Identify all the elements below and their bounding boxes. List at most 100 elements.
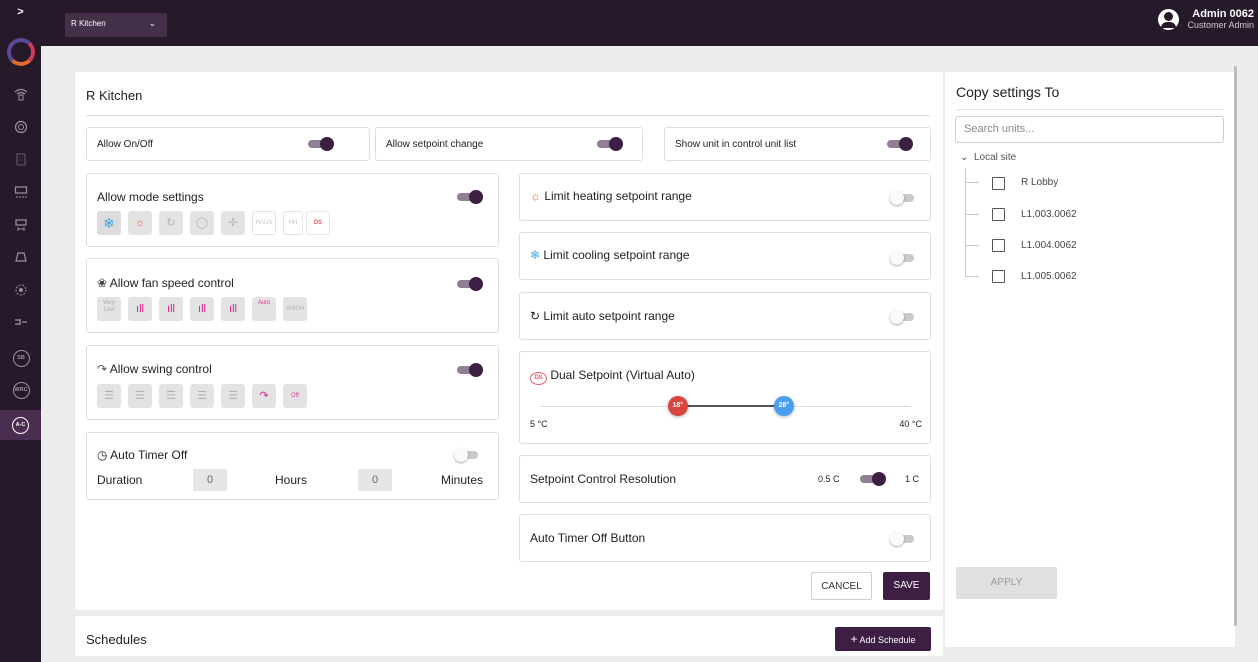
app-logo (7, 38, 35, 66)
auto-timer-button-label: Auto Timer Off Button (530, 531, 646, 545)
site-select-value: R Kitchen (71, 19, 106, 28)
allow-swing-label: Allow swing control (109, 362, 212, 376)
limit-cooling-label: Limit cooling setpoint range (543, 248, 690, 262)
unit-checkbox[interactable] (992, 270, 1005, 283)
hours-input[interactable]: 0 (193, 469, 227, 491)
allow-setpoint-toggle[interactable] (597, 137, 623, 151)
scrollbar[interactable] (1234, 66, 1237, 626)
allow-swing-toggle[interactable] (457, 363, 483, 377)
swing-auto-icon[interactable]: ↷ (252, 384, 276, 408)
cool-setpoint-knob[interactable]: 28° (773, 396, 794, 416)
building-icon[interactable] (9, 151, 33, 173)
fan-auto-button[interactable]: Auto (252, 297, 276, 321)
fan-medium-icon[interactable]: ıll (159, 297, 183, 321)
tree-branch (965, 214, 979, 215)
heat-setpoint-knob[interactable]: 18° (667, 396, 688, 416)
allow-fan-label: Allow fan speed control (109, 276, 234, 290)
search-units-input[interactable]: Search units... (955, 116, 1224, 143)
ac-icon[interactable]: A-C (0, 410, 41, 440)
user-menu[interactable]: Admin 0062 Customer Admin (1158, 8, 1254, 30)
site-select[interactable]: R Kitchen ⌄ (65, 13, 167, 37)
sensor-icon[interactable] (9, 282, 33, 304)
allow-onoff-label: Allow On/Off (97, 139, 153, 150)
fan-low-icon[interactable]: ıll (128, 297, 152, 321)
allow-setpoint-row: Allow setpoint change (375, 127, 643, 161)
dry-mode-icon[interactable]: ◯ (190, 211, 214, 235)
auto-timer-button-toggle[interactable] (890, 532, 916, 546)
show-unit-toggle[interactable] (887, 137, 913, 151)
swing-position-5-icon[interactable]: ☰ (221, 384, 245, 408)
unit-label: L1.003.0062 (1021, 209, 1077, 220)
wifi-icon[interactable] (9, 86, 33, 108)
avatar (1158, 9, 1180, 30)
swing-position-4-icon[interactable]: ☰ (190, 384, 214, 408)
allow-fan-label-wrap: ❀ Allow fan speed control (97, 276, 234, 290)
unit-label: L1.005.0062 (1021, 271, 1077, 282)
ds-icon: DS (530, 372, 547, 385)
allow-mode-box: Allow mode settings ❄ ☼ ↻ ◯ ✢ HAUX HH DS (86, 173, 499, 247)
unit-checkbox[interactable] (992, 208, 1005, 221)
fan-very-low-button[interactable]: Very Low (97, 297, 121, 321)
dual-setpoint-box: DS Dual Setpoint (Virtual Auto) 18° 28° … (519, 351, 931, 444)
plus-icon: + (850, 632, 858, 646)
minutes-input[interactable]: 0 (358, 469, 392, 491)
fan-shigh-button[interactable]: SHIGH (283, 297, 307, 321)
schedules-card: Schedules + Add Schedule (75, 616, 943, 656)
unit-checkbox[interactable] (992, 177, 1005, 190)
haux-mode-button[interactable]: HAUX (252, 211, 276, 235)
local-site-node[interactable]: ⌄ Local site (960, 152, 1016, 163)
show-unit-label: Show unit in control unit list (675, 139, 797, 150)
limit-heating-toggle[interactable] (890, 191, 916, 205)
unit-checkbox[interactable] (992, 239, 1005, 252)
allow-mode-label: Allow mode settings (97, 190, 204, 204)
expand-rail-button[interactable]: > (0, 6, 41, 18)
fan-top-icon[interactable]: ıll (221, 297, 245, 321)
globe-icon[interactable] (9, 119, 33, 141)
limit-cooling-label-wrap: ❄ Limit cooling setpoint range (530, 248, 690, 262)
tree-branch (965, 182, 979, 183)
allow-fan-toggle[interactable] (457, 277, 483, 291)
car-icon[interactable] (9, 249, 33, 271)
fan-mode-icon[interactable]: ✢ (221, 211, 245, 235)
slider-active-range (677, 405, 784, 407)
ds-mode-icon[interactable]: DS (306, 211, 330, 235)
page-title: R Kitchen (86, 88, 143, 103)
auto-mode-icon[interactable]: ↻ (159, 211, 183, 235)
heat-mode-icon[interactable]: ☼ (128, 211, 152, 235)
auto-timer-toggle[interactable] (454, 448, 480, 462)
chevron-down-icon: ⌄ (148, 18, 156, 28)
fan-icon: ❀ (97, 276, 108, 290)
dual-setpoint-label: Dual Setpoint (Virtual Auto) (550, 368, 695, 382)
allow-onoff-toggle[interactable] (308, 137, 334, 151)
hh-mode-button[interactable]: HH (283, 211, 303, 235)
cool-mode-icon[interactable]: ❄ (97, 211, 121, 235)
allow-mode-toggle[interactable] (457, 190, 483, 204)
resolution-toggle[interactable] (860, 472, 886, 486)
unit-label: L1.004.0062 (1021, 240, 1077, 251)
tree-line (965, 168, 966, 277)
connector-icon[interactable] (9, 314, 33, 336)
swing-position-3-icon[interactable]: ☰ (159, 384, 183, 408)
fan-high-icon[interactable]: ıll (190, 297, 214, 321)
save-button[interactable]: SAVE (883, 572, 930, 600)
resolution-label: Setpoint Control Resolution (530, 472, 677, 486)
limit-auto-toggle[interactable] (890, 310, 916, 324)
apply-button[interactable]: APPLY (956, 567, 1057, 599)
fan-coil-icon[interactable] (9, 217, 33, 239)
clock-icon: ◷ (97, 448, 108, 462)
add-schedule-label: Add Schedule (859, 635, 916, 645)
swing-off-button[interactable]: Off (283, 384, 307, 408)
auto-timer-box: ◷ Auto Timer Off Duration 0 Hours 0 Minu… (86, 432, 499, 500)
sb-icon[interactable]: SB (9, 347, 33, 369)
minutes-label: Minutes (441, 473, 484, 487)
allow-swing-box: ↷ Allow swing control ☰ ☰ ☰ ☰ ☰ ↷ Off (86, 345, 499, 420)
wrc-icon[interactable]: WRC (9, 379, 33, 401)
tree-branch (965, 276, 979, 277)
dual-setpoint-label-wrap: DS Dual Setpoint (Virtual Auto) (530, 368, 695, 385)
ac-unit-icon[interactable] (9, 184, 33, 206)
limit-cooling-toggle[interactable] (890, 251, 916, 265)
add-schedule-button[interactable]: + Add Schedule (835, 627, 931, 651)
cancel-button[interactable]: CANCEL (811, 572, 872, 600)
swing-position-2-icon[interactable]: ☰ (128, 384, 152, 408)
swing-position-1-icon[interactable]: ☰ (97, 384, 121, 408)
